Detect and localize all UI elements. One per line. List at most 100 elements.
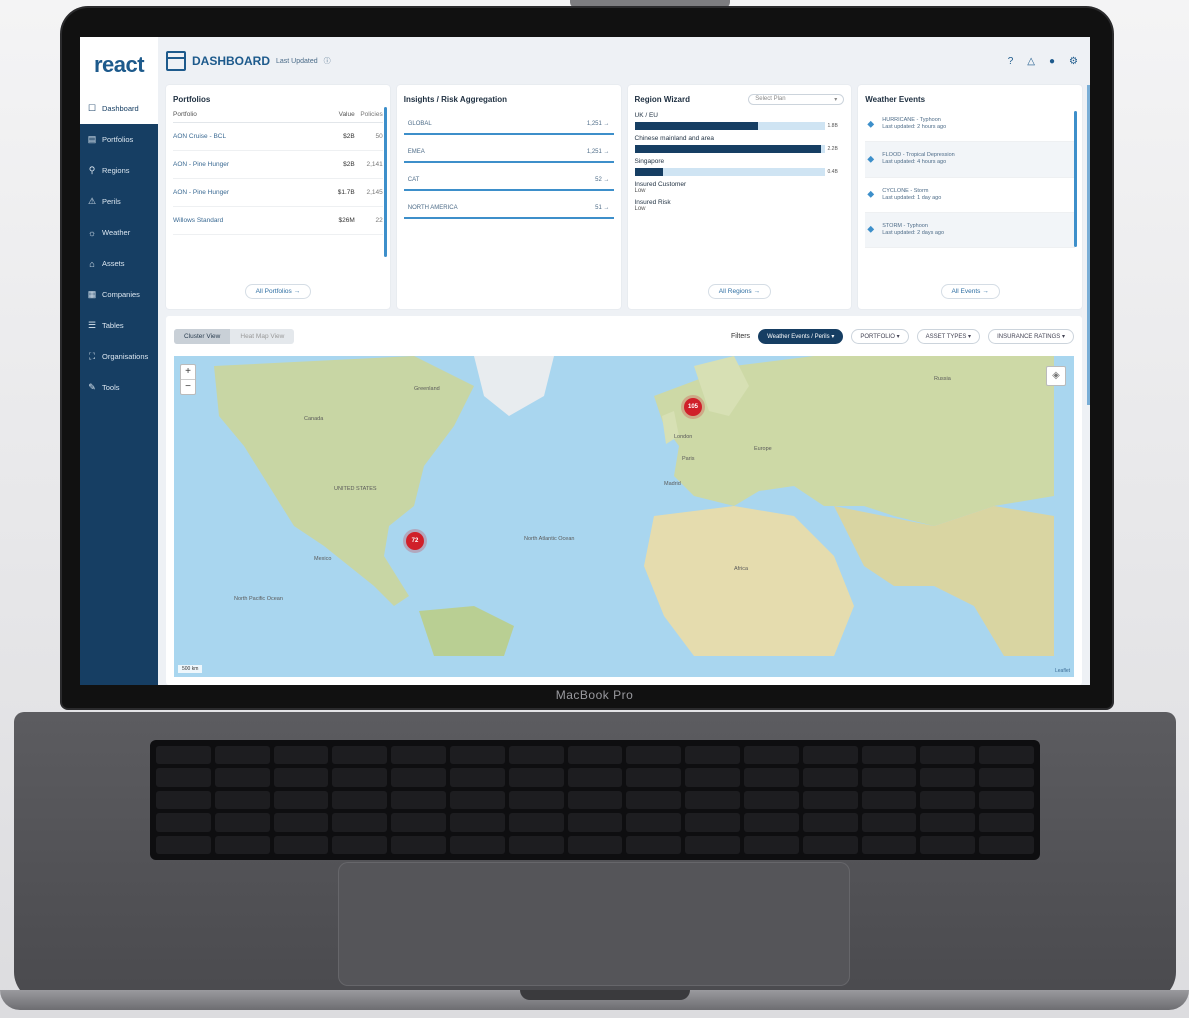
- filter-chip-asset-types[interactable]: ASSET TYPES ▾: [916, 328, 981, 344]
- weather-event-name: CYCLONE - Storm: [882, 187, 929, 194]
- table-row[interactable]: Willows Standard $26M 22: [173, 207, 383, 235]
- sidebar-nav: ☐ Dashboard ▤ Portfolios ⚲ Regions ⚠ Perils ☼ Wea…: [80, 93, 158, 403]
- user-icon[interactable]: ●: [1049, 56, 1055, 67]
- keyboard-key: [743, 768, 799, 787]
- last-updated: Last Updated: [276, 57, 318, 65]
- sidebar-item-tables[interactable]: ☰ Tables: [80, 310, 158, 341]
- cluster-view-tab[interactable]: Cluster View: [174, 328, 231, 344]
- portfolio-name[interactable]: AON Cruise - BCL: [173, 133, 323, 140]
- sidebar-item-assets[interactable]: ⌂ Assets: [80, 248, 158, 279]
- heatmap-view-tab[interactable]: Heat Map View: [230, 329, 294, 344]
- portfolio-name[interactable]: AON - Pine Hunger: [173, 189, 323, 196]
- insights-list: GLOBAL 1,251 → EMEA 1,251 → CAT 52 → NORTH AME…: [403, 107, 614, 219]
- keyboard-key: [449, 768, 505, 787]
- region-metric-label: Insured Customer: [634, 181, 687, 188]
- zoom-out-button[interactable]: −: [181, 379, 195, 394]
- sidebar-item-perils[interactable]: ⚠ Perils: [80, 186, 158, 217]
- portfolio-name[interactable]: Willows Standard: [173, 217, 323, 224]
- sidebar-item-companies[interactable]: ▦ Companies: [80, 279, 158, 310]
- peril-icon: ⚠: [87, 196, 97, 206]
- main-content: DASHBOARD Last Updated ⓘ ? △ ● ⚙ Portfol…: [158, 37, 1090, 685]
- settings-icon[interactable]: ⚙: [1069, 56, 1078, 67]
- weather-scrollbar[interactable]: [1074, 111, 1077, 247]
- list-item[interactable]: ⬥ STORM - Typhoon Last updated: 2 days ago: [865, 212, 1075, 249]
- keyboard-key: [685, 790, 740, 810]
- list-item[interactable]: ⬥ CYCLONE - Storm Last updated: 1 day ago: [865, 178, 1075, 213]
- portfolio-name[interactable]: AON - Pine Hunger: [173, 161, 323, 168]
- keyboard-key: [920, 746, 976, 765]
- help-icon[interactable]: ?: [1008, 56, 1014, 67]
- map-label: London: [674, 434, 693, 440]
- sidebar-item-weather[interactable]: ☼ Weather: [80, 217, 158, 248]
- keyboard-key: [332, 813, 388, 832]
- cluster-marker-gulf[interactable]: 72: [406, 532, 424, 550]
- dashboard-icon: [166, 51, 186, 71]
- sidebar-item-dashboard[interactable]: ☐ Dashboard: [80, 93, 158, 124]
- weather-card: Weather Events ⬥ HURRICANE - Typhoon Last …: [858, 85, 1082, 309]
- app-logo[interactable]: react: [80, 37, 158, 93]
- location-pin-icon: ⬥: [867, 189, 875, 201]
- weather-event-text: FLOOD - Tropical Depression Last updated:…: [882, 152, 954, 166]
- cluster-marker-europe[interactable]: 105: [684, 398, 702, 416]
- info-icon[interactable]: ⓘ: [324, 56, 331, 66]
- keyboard-key: [273, 746, 329, 765]
- weather-event-text: CYCLONE - Storm Last updated: 1 day ago: [882, 188, 941, 202]
- bar-track: [634, 122, 825, 130]
- list-item[interactable]: CAT 52 →: [403, 171, 614, 191]
- sidebar-item-organisations[interactable]: ⛶ Organisations: [80, 341, 158, 372]
- bar-fill: [634, 122, 758, 130]
- arrow-right-icon: →: [601, 121, 610, 127]
- view-all-portfolios-button[interactable]: All Portfolios →: [244, 284, 312, 299]
- keyboard-key: [214, 746, 270, 765]
- sidebar-item-tools[interactable]: ✎ Tools: [80, 372, 158, 403]
- sidebar-item-regions[interactable]: ⚲ Regions: [80, 155, 158, 186]
- map-scale: 500 km: [178, 665, 203, 673]
- keyboard-key: [156, 813, 211, 832]
- view-all-regions-button[interactable]: All Regions →: [707, 284, 771, 299]
- list-item[interactable]: ⬥ FLOOD - Tropical Depression Last updated…: [865, 142, 1075, 178]
- table-row[interactable]: AON Cruise - BCL $2B 50: [173, 123, 383, 151]
- map-label: North Pacific Ocean: [234, 596, 283, 602]
- list-item[interactable]: EMEA 1,251 →: [403, 143, 614, 163]
- filter-chip-weather[interactable]: Weather Events / Perils ▾: [758, 328, 844, 344]
- insight-value: 1,251 →: [587, 121, 610, 127]
- chevron-down-icon: ▾: [834, 96, 838, 103]
- view-all-events-button[interactable]: All Events →: [940, 284, 1000, 299]
- sidebar-item-label: Weather: [102, 228, 131, 237]
- column-header: Portfolio: [173, 111, 197, 118]
- keyboard-key: [626, 835, 682, 854]
- list-item[interactable]: NORTH AMERICA 51 →: [403, 199, 614, 219]
- lid-hinge: [570, 0, 730, 8]
- layers-icon[interactable]: ◈: [1046, 366, 1066, 386]
- filter-chip-insurance-ratings[interactable]: INSURANCE RATINGS ▾: [988, 328, 1074, 344]
- zoom-in-button[interactable]: +: [181, 365, 195, 379]
- sidebar-item-portfolios[interactable]: ▤ Portfolios: [80, 124, 158, 155]
- region-bar: 1.8B: [634, 122, 845, 130]
- map-attribution[interactable]: Leaflet: [1055, 668, 1070, 674]
- region-extra: Insured Customer Low Insured Risk Low: [635, 176, 845, 212]
- world-map[interactable]: Greenland UNITED STATES Mexico North Atl…: [174, 356, 1074, 677]
- portfolio-value: $26M: [338, 217, 355, 224]
- table-row[interactable]: AON - Pine Hunger $2B 2,141: [173, 151, 383, 179]
- filter-chip-portfolio[interactable]: PORTFOLIO ▾: [851, 328, 909, 344]
- bar-value: 2.2B: [827, 146, 838, 152]
- portfolio-value: $2B: [343, 161, 355, 168]
- table-row[interactable]: AON - Pine Hunger $1.7B 2,145: [173, 179, 383, 207]
- notification-icon[interactable]: △: [1027, 56, 1035, 67]
- region-label: Singapore: [634, 158, 665, 165]
- page-scrollbar[interactable]: [1087, 85, 1090, 405]
- keyboard-key: [332, 768, 388, 787]
- tables-icon: ☰: [87, 320, 97, 330]
- list-item[interactable]: GLOBAL 1,251 →: [403, 115, 614, 135]
- keyboard-key: [979, 768, 1034, 787]
- plan-select[interactable]: Select Plan ▾: [748, 93, 845, 105]
- assets-icon: ⌂: [89, 258, 95, 269]
- keyboard-key: [391, 835, 446, 854]
- keyboard-key: [332, 790, 388, 810]
- list-item[interactable]: ⬥ HURRICANE - Typhoon Last updated: 2 hour…: [865, 107, 1075, 143]
- keyboard-key: [332, 835, 388, 854]
- portfolios-scrollbar[interactable]: [383, 107, 387, 257]
- insight-name: CAT: [407, 177, 420, 183]
- keyboard-key: [979, 813, 1034, 832]
- map-label: Canada: [304, 416, 324, 422]
